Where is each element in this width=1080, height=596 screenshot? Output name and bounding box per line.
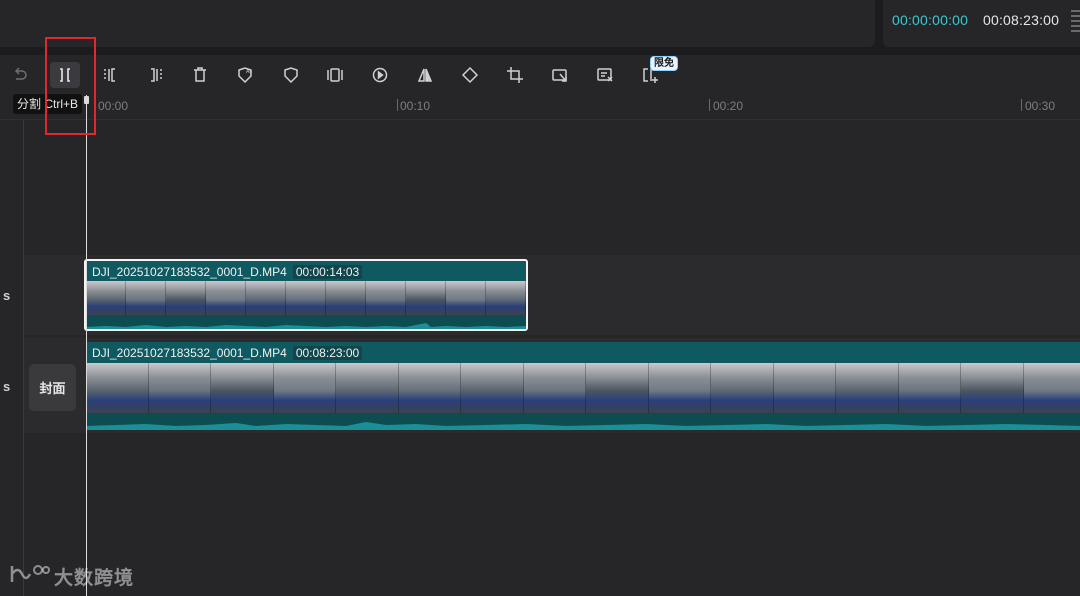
clip-thumbnail [286, 281, 326, 315]
svg-text:AI: AI [246, 69, 251, 75]
ruler-label: 00:20 [713, 99, 744, 113]
clip-thumbnail [273, 363, 336, 413]
playhead-handle[interactable] [84, 96, 89, 104]
time-ruler[interactable]: 00:00 00:10 00:20 00:30 [0, 95, 1080, 120]
clip-thumbnails [86, 281, 526, 315]
clip-thumbnail [126, 281, 166, 315]
clip-duration: 00:08:23:00 [292, 346, 363, 360]
clip-thumbnail [206, 281, 246, 315]
clip-thumbnail [898, 363, 961, 413]
clip-thumbnail [86, 281, 126, 315]
ruler-tick [709, 99, 710, 111]
split-tooltip: 分割 Ctrl+B [13, 94, 83, 114]
rotate-icon[interactable] [455, 62, 485, 88]
track-header-gutter [0, 120, 24, 596]
clip-thumbnail [148, 363, 211, 413]
watermark-logo-icon [10, 565, 50, 582]
clip-filename: DJI_20251027183532_0001_D.MP4 [92, 346, 287, 360]
clip-thumbnail [211, 363, 274, 413]
menu-lines-icon[interactable] [1071, 10, 1080, 36]
video-clip-1[interactable]: DJI_20251027183532_0001_D.MP4 00:00:14:0… [84, 259, 528, 331]
playhead[interactable] [86, 95, 87, 596]
clip-thumbnail [326, 281, 366, 315]
ruler-label: 00:30 [1025, 99, 1056, 113]
clip-thumbnail [366, 281, 406, 315]
mirror-icon[interactable] [410, 62, 440, 88]
clip-thumbnail [773, 363, 836, 413]
speed-icon[interactable] [365, 62, 395, 88]
resize-icon[interactable] [545, 62, 575, 88]
clip-thumbnail [398, 363, 461, 413]
clip-thumbnail [166, 281, 206, 315]
delete-icon[interactable] [185, 62, 215, 88]
split-right-icon[interactable] [140, 62, 170, 88]
clip-thumbnail [446, 281, 486, 315]
freeze-frame-icon[interactable] [320, 62, 350, 88]
edit-toolbar: AI [0, 55, 1080, 95]
track-label-1: s [3, 288, 11, 303]
split-icon[interactable] [50, 62, 80, 88]
clip-thumbnail [461, 363, 524, 413]
audio-waveform [86, 413, 1080, 430]
redo-icon[interactable] [5, 62, 35, 88]
clip-thumbnail [836, 363, 899, 413]
ai-mask-icon[interactable]: AI [230, 62, 260, 88]
free-badge: 限免 [650, 56, 678, 71]
clip-thumbnail [961, 363, 1024, 413]
clip-thumbnail [1023, 363, 1080, 413]
clip-thumbnail [586, 363, 649, 413]
clip-header: DJI_20251027183532_0001_D.MP4 00:08:23:0… [92, 345, 363, 361]
audio-waveform [86, 315, 526, 329]
clip-thumbnail [246, 281, 286, 315]
crop-icon[interactable] [500, 62, 530, 88]
clip-thumbnail [648, 363, 711, 413]
clip-duration: 00:00:14:03 [292, 265, 363, 279]
clip-thumbnail [523, 363, 586, 413]
track-label-2: s [3, 379, 11, 394]
preview-panel [0, 0, 875, 47]
clip-thumbnail [711, 363, 774, 413]
ruler-tick [1021, 99, 1022, 111]
clip-header: DJI_20251027183532_0001_D.MP4 00:00:14:0… [92, 264, 363, 280]
ruler-label: 00:10 [400, 99, 431, 113]
video-clip-2[interactable]: DJI_20251027183532_0001_D.MP4 00:08:23:0… [86, 342, 1080, 430]
watermark-text: 大数跨境 [54, 568, 135, 589]
cover-button[interactable]: 封面 [29, 364, 76, 411]
ruler-label: 00:00 [98, 99, 129, 113]
top-area: 00:00:00:00 00:08:23:00 [0, 0, 1080, 55]
clip-thumbnails [86, 363, 1080, 413]
current-time: 00:00:00:00 [892, 12, 969, 28]
clip-thumbnail [336, 363, 399, 413]
clip-thumbnail [406, 281, 446, 315]
player-panel: 00:00:00:00 00:08:23:00 [883, 0, 1080, 47]
mask-icon[interactable] [276, 62, 306, 88]
clip-thumbnail [86, 363, 149, 413]
clip-filename: DJI_20251027183532_0001_D.MP4 [92, 265, 287, 279]
split-left-icon[interactable] [96, 62, 126, 88]
clip-thumbnail [486, 281, 526, 315]
ruler-tick [397, 99, 398, 111]
remove-bg-icon[interactable] [590, 62, 620, 88]
total-time: 00:08:23:00 [983, 12, 1060, 28]
